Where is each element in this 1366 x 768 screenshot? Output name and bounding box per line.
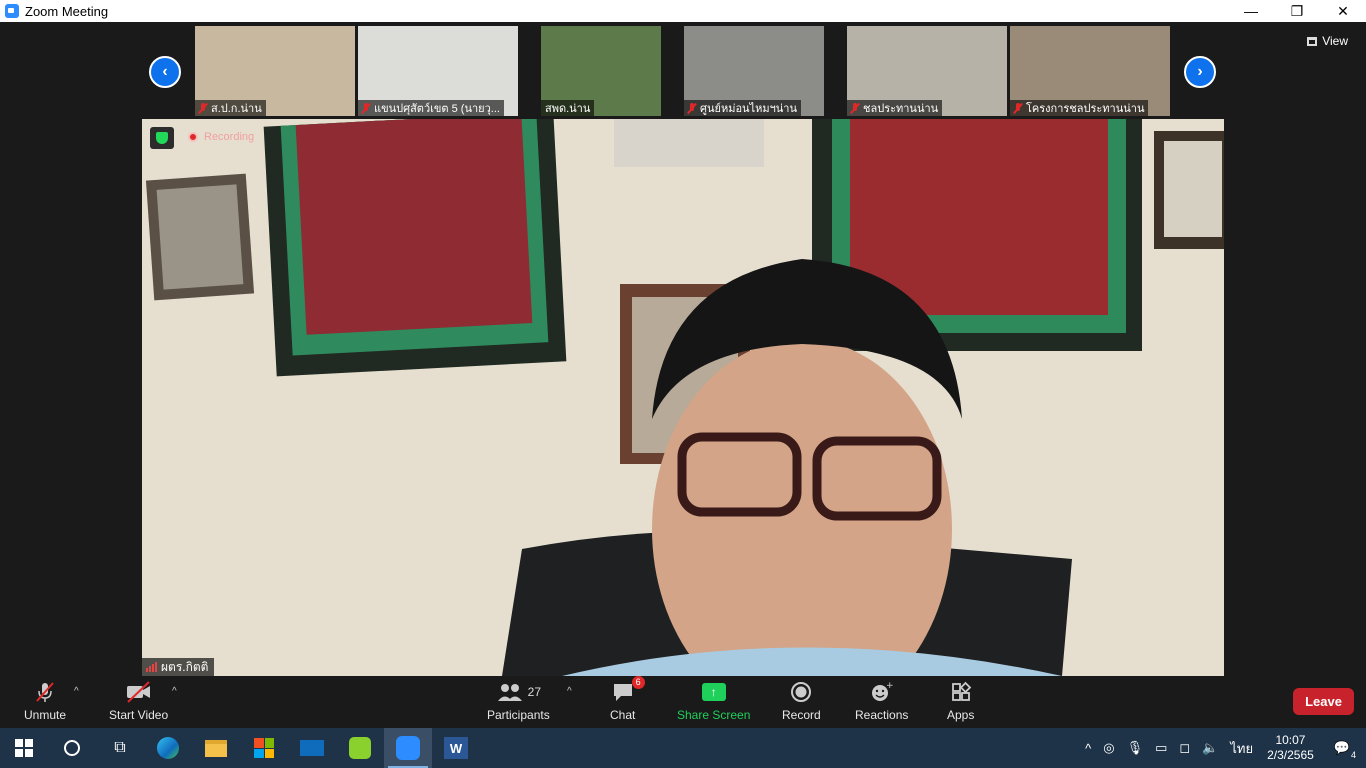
- microphone-muted-icon: [33, 680, 57, 704]
- mic-muted-icon: [851, 102, 859, 114]
- mic-muted-icon: [199, 102, 207, 114]
- unmute-button[interactable]: Unmute: [24, 680, 66, 722]
- edge-icon: [157, 737, 179, 759]
- chevron-right-icon: ›: [1197, 63, 1203, 80]
- taskbar-file-explorer[interactable]: [192, 728, 240, 768]
- participant-thumb[interactable]: โครงการชลประทานน่าน: [1010, 26, 1170, 116]
- share-screen-button[interactable]: ↑ Share Screen: [677, 680, 750, 722]
- zoom-app-icon: [5, 4, 19, 18]
- word-icon: W: [444, 737, 468, 759]
- start-video-button[interactable]: Start Video: [109, 680, 168, 722]
- title-bar: Zoom Meeting — ❐ ✕: [0, 0, 1366, 22]
- view-button[interactable]: View: [1307, 34, 1348, 48]
- microphone-in-use-icon[interactable]: 🎙: [1127, 740, 1144, 756]
- participant-thumb[interactable]: ศูนย์หม่อนไหมฯน่าน: [684, 26, 824, 116]
- record-button[interactable]: Record: [782, 680, 821, 722]
- network-icon[interactable]: ◻: [1179, 740, 1190, 756]
- store-icon: [254, 738, 274, 758]
- window-title: Zoom Meeting: [25, 3, 109, 19]
- participant-thumb[interactable]: แขนปศุสัตว์เขต 5 (นายวุ...: [358, 26, 518, 116]
- apps-icon: [950, 680, 972, 704]
- participant-name-label: สพด.น่าน: [541, 100, 595, 116]
- record-icon: [790, 680, 812, 704]
- participants-count: 27: [527, 685, 542, 699]
- volume-icon[interactable]: 🔈: [1202, 740, 1218, 756]
- notification-count: 4: [1350, 750, 1356, 760]
- mic-muted-icon: [1014, 102, 1022, 114]
- taskbar-edge[interactable]: [144, 728, 192, 768]
- task-view-button[interactable]: ⧉: [96, 728, 144, 768]
- participant-name-label: ศูนย์หม่อนไหมฯน่าน: [684, 100, 802, 116]
- signal-bars-icon: [146, 662, 157, 672]
- taskbar-mail[interactable]: [288, 728, 336, 768]
- mic-muted-icon: [688, 102, 696, 114]
- camera-in-use-icon[interactable]: ◎: [1103, 740, 1114, 756]
- chevron-left-icon: ‹: [162, 63, 168, 80]
- video-options-caret-icon[interactable]: ^: [172, 686, 177, 697]
- audio-options-caret-icon[interactable]: ^: [74, 686, 79, 697]
- recording-indicator[interactable]: Recording: [188, 131, 254, 143]
- participants-button[interactable]: 27 Participants: [487, 680, 550, 722]
- participant-name-label: ส.ป.ก.น่าน: [195, 100, 266, 116]
- participants-icon: 27: [496, 680, 541, 704]
- windows-taskbar: ⧉ W ^ ◎ 🎙 ▭ ◻ 🔈 ไทย 10:07 2/3/2565 💬 4: [0, 728, 1366, 768]
- gallery-next-button[interactable]: ›: [1184, 56, 1216, 88]
- show-hidden-icons-chevron[interactable]: ^: [1085, 741, 1091, 756]
- windows-logo-icon: [15, 739, 33, 757]
- leave-button[interactable]: Leave: [1293, 688, 1354, 715]
- mail-icon: [300, 740, 324, 756]
- search-circle-icon: [64, 740, 80, 756]
- start-button[interactable]: [0, 728, 48, 768]
- restore-button[interactable]: ❐: [1274, 0, 1320, 22]
- participant-name-label: แขนปศุสัตว์เขต 5 (นายวุ...: [358, 100, 504, 116]
- zoom-icon: [396, 736, 420, 760]
- grid-view-icon: [1307, 36, 1318, 46]
- clock[interactable]: 10:07 2/3/2565: [1267, 733, 1314, 763]
- task-view-icon: ⧉: [114, 739, 126, 756]
- smiley-plus-icon: +: [870, 680, 894, 704]
- chat-bubble-icon: 6: [611, 676, 645, 704]
- mic-muted-icon: [362, 102, 370, 114]
- apps-button[interactable]: Apps: [947, 680, 974, 722]
- speaker-video-frame: [142, 119, 1224, 676]
- search-button[interactable]: [48, 728, 96, 768]
- active-speaker-video: Recording ผตร.กิตติ: [142, 119, 1224, 676]
- gallery-prev-button[interactable]: ‹: [149, 56, 181, 88]
- taskbar-word[interactable]: W: [432, 728, 480, 768]
- folder-icon: [205, 739, 227, 757]
- chat-unread-badge: 6: [631, 676, 645, 689]
- record-dot-icon: [188, 132, 198, 142]
- participant-name-label: ชลประทานน่าน: [847, 100, 943, 116]
- input-language-indicator[interactable]: ไทย: [1230, 738, 1253, 759]
- chat-button[interactable]: 6 Chat: [610, 676, 645, 722]
- participant-thumb[interactable]: ชลประทานน่าน: [847, 26, 1007, 116]
- minimize-button[interactable]: —: [1228, 0, 1274, 22]
- participant-thumb[interactable]: สพด.น่าน: [541, 26, 661, 116]
- meeting-stage: ‹ ส.ป.ก.น่าน แขนปศุสัตว์เขต 5 (นายวุ... …: [0, 22, 1366, 676]
- system-tray: ^ ◎ 🎙 ▭ ◻ 🔈 ไทย 10:07 2/3/2565 💬 4: [1079, 728, 1366, 768]
- svg-text:+: +: [886, 681, 894, 691]
- clock-time: 10:07: [1275, 733, 1306, 747]
- share-screen-icon: ↑: [701, 680, 726, 704]
- battery-icon[interactable]: ▭: [1155, 740, 1167, 756]
- line-app-icon: [349, 737, 371, 759]
- video-camera-off-icon: [125, 680, 153, 704]
- encryption-shield-icon[interactable]: [150, 127, 174, 149]
- reactions-button[interactable]: + Reactions: [855, 680, 908, 722]
- close-button[interactable]: ✕: [1320, 0, 1366, 22]
- clock-date: 2/3/2565: [1267, 748, 1314, 762]
- taskbar-line[interactable]: [336, 728, 384, 768]
- speaker-name-label: ผตร.กิตติ: [142, 658, 215, 676]
- notification-center-icon[interactable]: 💬 4: [1334, 740, 1356, 760]
- participants-options-caret-icon[interactable]: ^: [567, 686, 572, 697]
- taskbar-zoom[interactable]: [384, 728, 432, 768]
- taskbar-store[interactable]: [240, 728, 288, 768]
- meeting-toolbar: Unmute ^ Start Video ^ 27 Participants ^…: [0, 676, 1366, 728]
- participant-name-label: โครงการชลประทานน่าน: [1010, 100, 1149, 116]
- participant-thumb[interactable]: ส.ป.ก.น่าน: [195, 26, 355, 116]
